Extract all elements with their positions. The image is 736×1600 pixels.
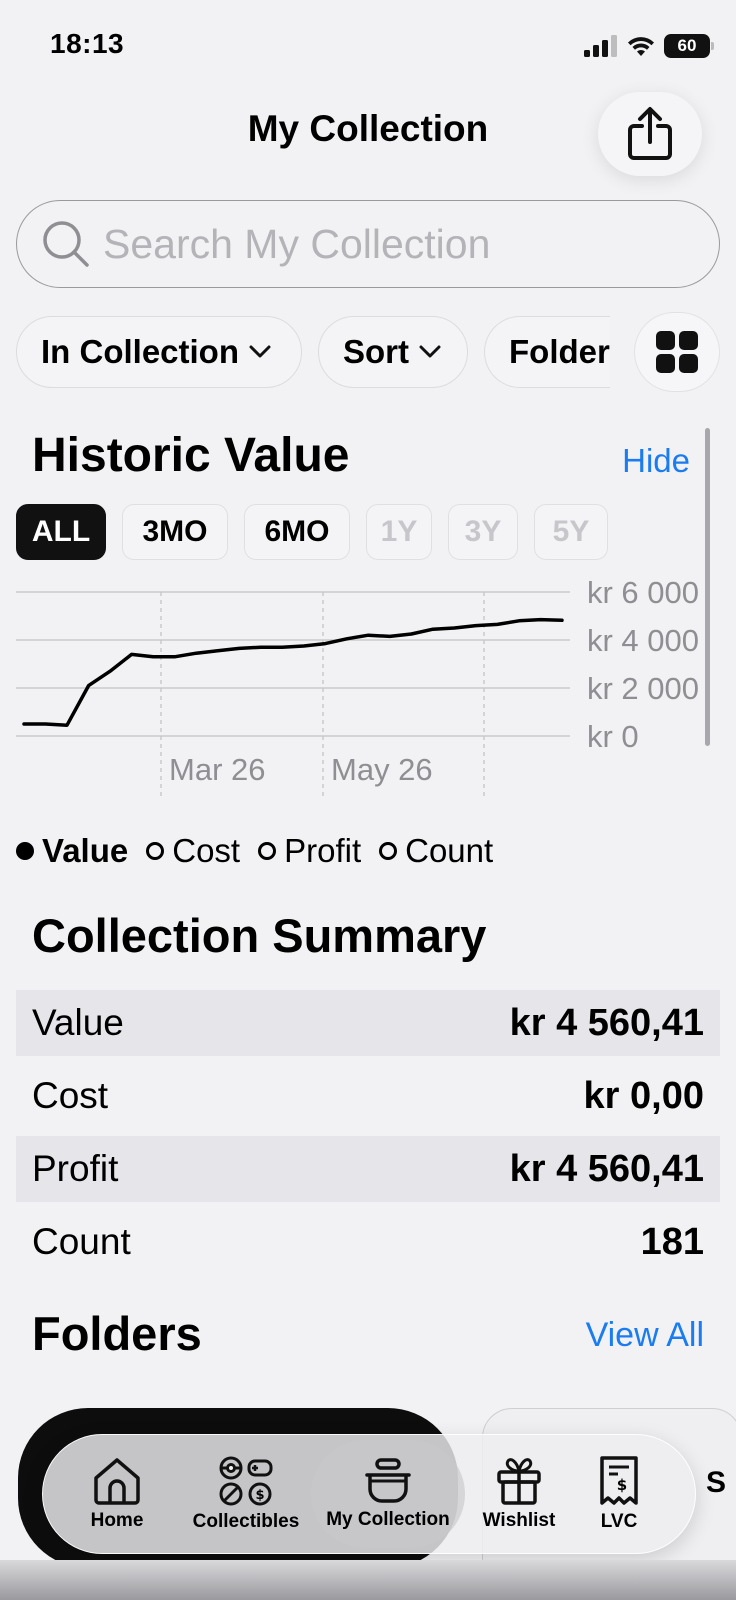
status-icons: 60 <box>584 34 714 58</box>
battery-level: 60 <box>677 36 697 55</box>
range-all-button[interactable]: ALL <box>16 504 106 560</box>
y-tick-label: kr 0 <box>587 719 639 754</box>
tab-collectibles[interactable]: $ Collectibles <box>183 1440 309 1548</box>
range-5y-button[interactable]: 5Y <box>534 504 608 560</box>
tab-my-collection[interactable]: My Collection <box>311 1440 465 1548</box>
legend-dot <box>258 842 277 860</box>
collection-summary-title: Collection Summary <box>32 909 487 962</box>
home-icon <box>94 1458 140 1505</box>
hide-chart-link[interactable]: Hide <box>622 442 690 480</box>
summary-label: Profit <box>32 1148 119 1189</box>
gift-icon <box>497 1458 541 1505</box>
svg-text:$: $ <box>617 1476 627 1494</box>
summary-row-profit: Profit kr 4 560,41 <box>16 1136 720 1202</box>
cellular-signal-icon <box>584 35 617 57</box>
status-time: 18:13 <box>50 28 125 59</box>
legend-value[interactable]: Value <box>16 832 128 870</box>
y-tick-label: kr 6 000 <box>587 580 699 610</box>
search-icon <box>43 221 89 267</box>
tab-wishlist[interactable]: Wishlist <box>465 1440 573 1548</box>
y-tick-label: kr 2 000 <box>587 671 699 706</box>
wifi-icon <box>628 37 654 56</box>
legend-label: Count <box>405 832 494 869</box>
summary-amount: kr 0,00 <box>583 1074 704 1117</box>
grid-view-icon <box>656 331 698 373</box>
x-tick-label: May 26 <box>331 752 433 787</box>
summary-label: Cost <box>32 1075 109 1116</box>
legend-profit[interactable]: Profit <box>258 832 361 870</box>
view-all-folders-link[interactable]: View All <box>586 1316 704 1355</box>
range-1y-button[interactable]: 1Y <box>366 504 432 560</box>
summary-row-cost: Cost kr 0,00 <box>16 1063 720 1129</box>
share-icon <box>628 107 672 160</box>
legend-cost[interactable]: Cost <box>146 832 240 870</box>
summary-row-count: Count 181 <box>16 1209 720 1275</box>
summary-amount: kr 4 560,41 <box>509 1147 704 1190</box>
value-series-line <box>22 617 564 727</box>
sort-filter[interactable]: Sort <box>318 316 468 388</box>
chevron-down-icon <box>419 345 441 358</box>
y-tick-label: kr 4 000 <box>587 623 699 658</box>
legend-dot <box>379 842 398 860</box>
collectibles-icon: $ <box>219 1456 273 1506</box>
summary-label: Value <box>32 1002 124 1043</box>
bottom-fade <box>0 1560 736 1600</box>
grid-view-button[interactable] <box>634 312 720 392</box>
tab-label: My Collection <box>326 1509 450 1530</box>
tab-home[interactable]: Home <box>51 1440 183 1548</box>
legend-dot <box>146 842 165 860</box>
search-bar[interactable] <box>16 200 720 288</box>
range-3mo-button[interactable]: 3MO <box>122 504 228 560</box>
battery-indicator: 60 <box>664 34 714 58</box>
historic-value-title: Historic Value <box>32 429 350 482</box>
folders-title: Folders <box>32 1307 202 1360</box>
summary-amount: 181 <box>640 1220 704 1263</box>
legend-dot-selected <box>16 842 34 860</box>
legend-label: Cost <box>172 832 241 869</box>
share-button[interactable] <box>598 92 702 176</box>
summary-amount: kr 4 560,41 <box>509 1001 704 1044</box>
historic-value-chart: kr 6 000 kr 4 000 kr 2 000 kr 0 Mar 26 May 2… <box>16 580 699 796</box>
range-3y-button[interactable]: 3Y <box>448 504 518 560</box>
tab-label: Wishlist <box>482 1510 556 1531</box>
folders-filter[interactable]: Folders <box>484 316 610 388</box>
x-tick-label: Mar 26 <box>169 752 265 787</box>
search-input[interactable] <box>103 220 703 268</box>
tab-bar: Home $ Collectibles My Collection Wishli… <box>42 1434 696 1554</box>
svg-text:$: $ <box>255 1488 264 1503</box>
in-collection-label: In Collection <box>41 333 239 370</box>
legend-label: Profit <box>284 832 362 869</box>
range-6mo-button[interactable]: 6MO <box>244 504 350 560</box>
legend-label: Value <box>42 832 129 869</box>
chevron-down-icon <box>249 345 271 358</box>
collection-pot-icon <box>365 1458 411 1503</box>
legend-count[interactable]: Count <box>379 832 493 870</box>
folders-filter-label: Folders <box>509 333 610 370</box>
summary-label: Count <box>32 1221 131 1262</box>
summary-row-value: Value kr 4 560,41 <box>16 990 720 1056</box>
chart-legend: Value Cost Profit Count <box>16 832 493 870</box>
in-collection-filter[interactable]: In Collection <box>16 316 302 388</box>
tab-lvc[interactable]: $ LVC <box>573 1440 665 1548</box>
sort-label: Sort <box>343 333 409 370</box>
receipt-icon: $ <box>600 1456 638 1505</box>
tab-label: LVC <box>600 1511 638 1532</box>
tab-label: Home <box>90 1510 144 1531</box>
tab-label: Collectibles <box>192 1511 300 1532</box>
folder-card-label-peek: S <box>705 1466 726 1499</box>
